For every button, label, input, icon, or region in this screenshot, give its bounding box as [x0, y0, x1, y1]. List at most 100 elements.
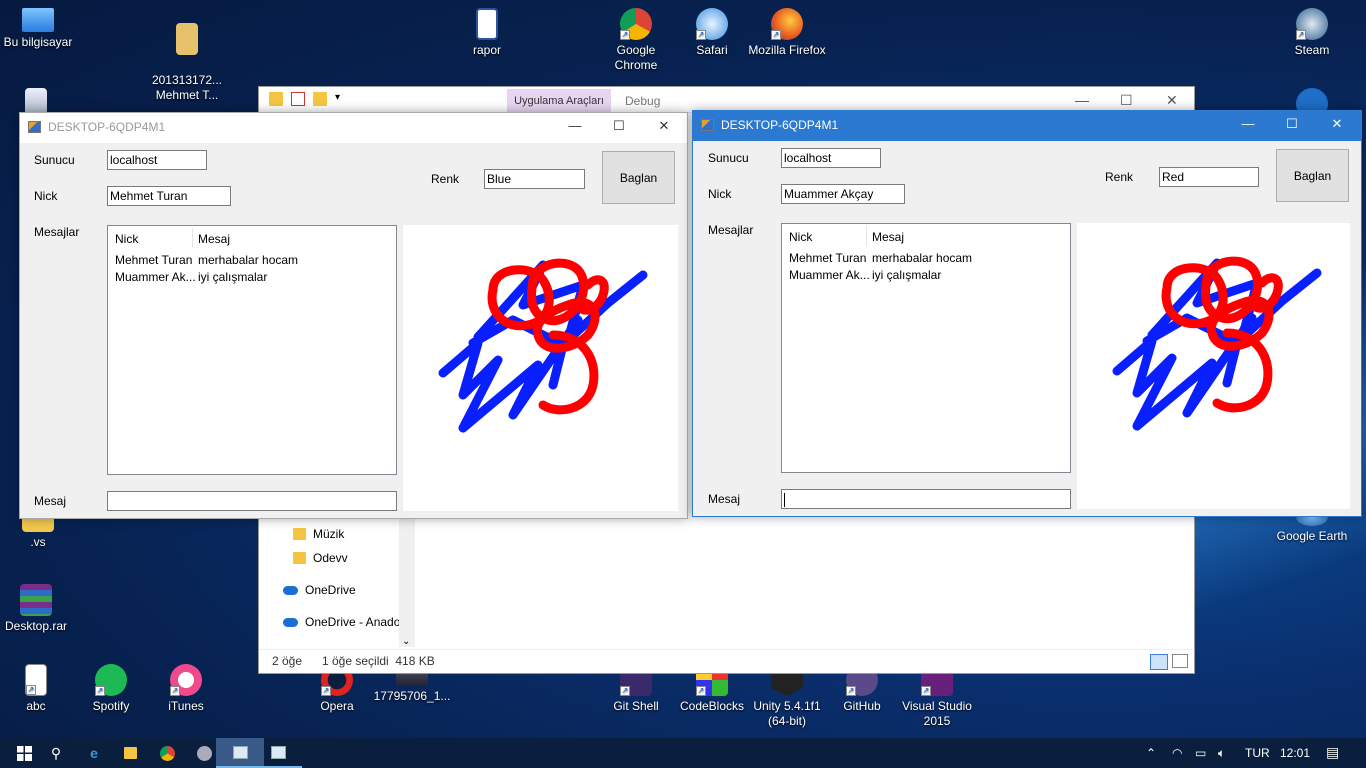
column-header-message[interactable]: Mesaj — [198, 232, 230, 246]
properties-icon[interactable] — [291, 92, 305, 106]
server-label: Sunucu — [34, 153, 75, 167]
chevron-down-icon[interactable]: ▾ — [335, 92, 349, 106]
details-view-icon[interactable] — [1150, 654, 1168, 670]
safari-icon: ↗ — [696, 8, 728, 40]
new-folder-icon[interactable] — [313, 92, 327, 106]
list-item[interactable]: Muammer Ak... iyi çalışmalar — [782, 268, 1070, 285]
messages-listview[interactable]: Nick Mesaj Mehmet Turan merhabalar hocam… — [107, 225, 397, 475]
drawing-strokes — [1112, 256, 1322, 431]
close-icon[interactable]: ✕ — [1166, 92, 1178, 109]
color-input[interactable]: Red — [1159, 167, 1259, 187]
folder-icon[interactable] — [269, 92, 283, 106]
desktop-icon-safari[interactable]: ↗ Safari — [670, 8, 754, 58]
desktop-icon-spotify[interactable]: ↗ Spotify — [69, 664, 153, 714]
nick-input[interactable]: Muammer Akçay — [781, 184, 905, 204]
messages-label: Mesajlar — [708, 223, 754, 237]
desktop-icon-itunes[interactable]: ↗ iTunes — [144, 664, 228, 714]
messages-label: Mesajlar — [34, 225, 80, 239]
list-item[interactable]: Muammer Ak... iyi çalışmalar — [108, 270, 396, 287]
chat-form-window-1[interactable]: DESKTOP-6QDP4M1 — ☐ ✕ Sunucu localhost N… — [19, 112, 688, 519]
chevron-down-icon[interactable]: ⌄ — [402, 636, 410, 647]
desktop-icon-document-folder[interactable]: 201313172... Mehmet T... — [145, 8, 229, 103]
maximize-icon[interactable]: ☐ — [1282, 116, 1302, 132]
spotify-icon: ↗ — [95, 664, 127, 696]
folder-icon — [293, 552, 306, 564]
nick-label: Nick — [708, 187, 732, 201]
desktop-icon-chrome[interactable]: ↗ Google Chrome — [594, 8, 678, 73]
chevron-up-icon[interactable]: ⌃ — [1146, 746, 1156, 760]
text-cursor — [784, 492, 785, 507]
zip-folder-icon — [176, 23, 198, 55]
navigation-pane: Müzik Odevv OneDrive OneDrive - Anado — [259, 507, 409, 657]
desktop-icon-rapor[interactable]: rapor — [445, 8, 529, 58]
drawing-canvas[interactable] — [403, 225, 678, 511]
close-icon[interactable]: ✕ — [654, 118, 674, 134]
chat-form-window-2[interactable]: DESKTOP-6QDP4M1 — ☐ ✕ Sunucu localhost N… — [692, 110, 1362, 517]
color-input[interactable]: Blue — [484, 169, 585, 189]
drawing-strokes — [438, 258, 648, 433]
computer-icon — [22, 8, 54, 32]
windows-logo-icon — [16, 745, 32, 761]
nav-item-onedrive[interactable]: OneDrive — [283, 583, 356, 597]
column-divider[interactable] — [866, 226, 867, 246]
nav-item-onedrive-anadolu[interactable]: OneDrive - Anado — [283, 615, 400, 629]
form1-titlebar[interactable]: DESKTOP-6QDP4M1 — ☐ ✕ — [20, 113, 687, 143]
large-icons-view-icon[interactable] — [1172, 654, 1188, 668]
itunes-icon: ↗ — [170, 664, 202, 696]
selection-info: 1 öğe seçildi 418 KB — [322, 654, 435, 668]
app-window-icon — [28, 121, 41, 133]
taskbar-window-2[interactable] — [254, 738, 302, 768]
volume-icon[interactable]: 🔈︎ — [1218, 746, 1225, 761]
maximize-icon[interactable]: ☐ — [609, 118, 629, 134]
desktop-icon-firefox[interactable]: ↗ Mozilla Firefox — [745, 8, 829, 58]
nick-input[interactable]: Mehmet Turan — [107, 186, 231, 206]
quick-access-toolbar: ▾ — [269, 92, 349, 106]
messages-listview[interactable]: Nick Mesaj Mehmet Turan merhabalar hocam… — [781, 223, 1071, 473]
action-center-icon[interactable]: ▤ — [1326, 744, 1339, 761]
desktop-icon-desktop-rar[interactable]: Desktop.rar — [0, 584, 78, 634]
column-header-nick[interactable]: Nick — [115, 232, 138, 246]
form2-titlebar[interactable]: DESKTOP-6QDP4M1 — ☐ ✕ — [693, 111, 1361, 141]
maximize-icon[interactable]: ☐ — [1120, 92, 1133, 109]
server-input[interactable]: localhost — [107, 150, 207, 170]
wifi-icon[interactable]: ◠ — [1172, 746, 1182, 760]
column-header-nick[interactable]: Nick — [789, 230, 812, 244]
close-icon[interactable]: ✕ — [1327, 116, 1347, 132]
minimize-icon[interactable]: — — [565, 118, 585, 133]
connect-button[interactable]: Baglan — [602, 151, 675, 204]
chrome-icon: ↗ — [620, 8, 652, 40]
status-bar: 2 öğe 1 öğe seçildi 418 KB — [259, 649, 1194, 673]
drawing-canvas[interactable] — [1077, 223, 1350, 509]
listview-header: Nick Mesaj — [108, 226, 396, 250]
window-title-debug: Debug — [625, 94, 661, 108]
language-indicator[interactable]: TUR — [1245, 746, 1270, 760]
message-label: Mesaj — [708, 492, 741, 506]
edge-icon: e — [90, 745, 98, 761]
message-input[interactable] — [781, 489, 1071, 509]
column-header-message[interactable]: Mesaj — [872, 230, 904, 244]
message-label: Mesaj — [34, 494, 67, 508]
nav-item-odevv[interactable]: Odevv — [293, 551, 348, 565]
message-input[interactable] — [107, 491, 397, 511]
list-item[interactable]: Mehmet Turan merhabalar hocam — [108, 253, 396, 270]
nav-item-muzik[interactable]: Müzik — [293, 527, 344, 541]
desktop-icon-abc[interactable]: ↗ abc — [0, 664, 78, 714]
desktop-icon-this-pc[interactable]: Bu bilgisayar — [0, 8, 80, 50]
minimize-icon[interactable]: — — [1238, 116, 1258, 131]
server-input[interactable]: localhost — [781, 148, 881, 168]
list-item[interactable]: Mehmet Turan merhabalar hocam — [782, 251, 1070, 268]
column-divider[interactable] — [192, 228, 193, 248]
desktop-icon-steam[interactable]: ↗ Steam — [1270, 8, 1354, 58]
battery-icon[interactable]: ▭ — [1195, 746, 1206, 760]
server-label: Sunucu — [708, 151, 749, 165]
nav-scrollbar[interactable]: ⌄ — [399, 517, 415, 647]
app-window-icon — [701, 119, 714, 131]
tab-application-tools[interactable]: Uygulama Araçları — [507, 89, 611, 113]
window-icon — [270, 745, 286, 759]
winrar-archive-icon — [20, 584, 52, 616]
clock[interactable]: 12:01 — [1280, 746, 1310, 760]
connect-button[interactable]: Baglan — [1276, 149, 1349, 202]
minimize-icon[interactable]: — — [1075, 92, 1089, 108]
text-file-icon: ↗ — [25, 664, 47, 696]
taskbar: ⚲ e ⌃ ◠ ▭ 🔈︎ TUR 12:01 ▤ — [0, 738, 1366, 768]
